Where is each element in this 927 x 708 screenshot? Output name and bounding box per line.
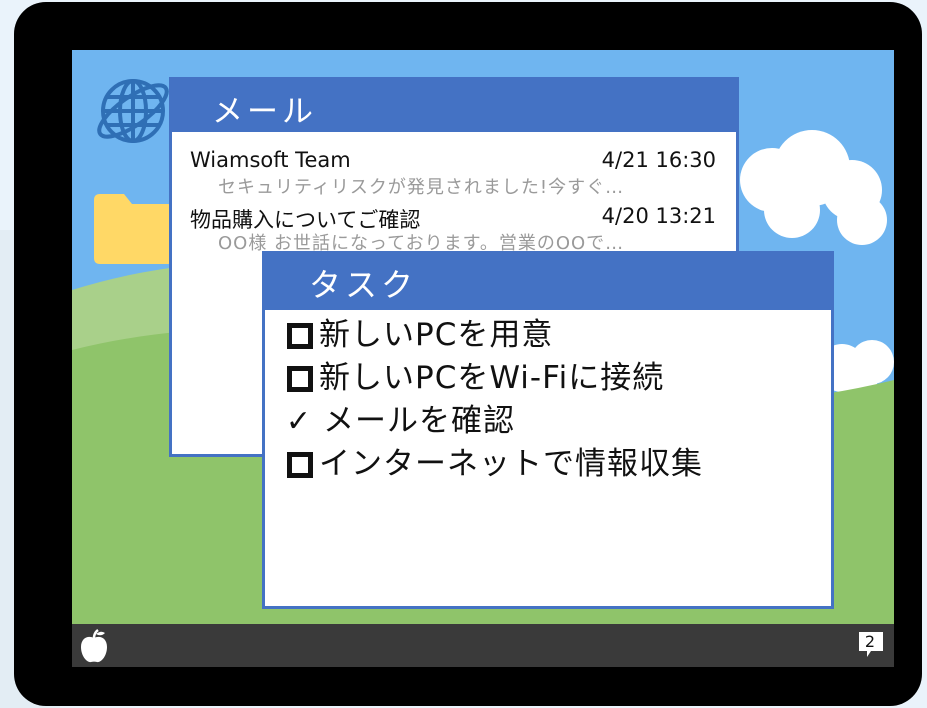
- globe-icon[interactable]: [92, 70, 174, 152]
- mail-sender: Wiamsoft Team: [190, 148, 351, 172]
- task-item[interactable]: インターネットで情報収集: [285, 443, 831, 486]
- notification-icon[interactable]: 2: [858, 631, 886, 659]
- taskbar: 2: [72, 624, 894, 667]
- apple-icon[interactable]: [80, 629, 108, 663]
- checkbox-unchecked[interactable]: [287, 322, 313, 349]
- mail-item[interactable]: Wiamsoft Team 4/21 16:30 セキュリティリスクが発見されま…: [172, 146, 736, 202]
- mail-date: 4/21 16:30: [601, 148, 716, 172]
- folder-icon[interactable]: [94, 194, 174, 264]
- task-item[interactable]: 新しいPCをWi-Fiに接続: [285, 357, 831, 400]
- mail-window-title: メール: [172, 80, 736, 132]
- task-window[interactable]: タスク 新しいPCを用意 新しいPCをWi-Fiに接続 ✓ メールを確認 インタ…: [262, 251, 834, 609]
- task-list: 新しいPCを用意 新しいPCをWi-Fiに接続 ✓ メールを確認 インターネット…: [265, 310, 831, 486]
- task-label: インターネットで情報収集: [319, 446, 703, 482]
- mail-date: 4/20 13:21: [601, 204, 716, 228]
- task-label: 新しいPCをWi-Fiに接続: [319, 360, 665, 396]
- mail-item[interactable]: 物品購入についてご確認 4/20 13:21 OO様 お世話になっております。営…: [172, 202, 736, 258]
- checkbox-unchecked[interactable]: [287, 365, 313, 392]
- task-window-title: タスク: [265, 254, 831, 310]
- task-item[interactable]: ✓ メールを確認: [285, 400, 831, 443]
- task-label: メールを確認: [323, 403, 515, 439]
- checkbox-unchecked[interactable]: [287, 451, 313, 478]
- mail-sender: 物品購入についてご確認: [190, 208, 421, 232]
- monitor-bezel: メール Wiamsoft Team 4/21 16:30 セキュリティリスクが発…: [14, 2, 922, 706]
- task-item[interactable]: 新しいPCを用意: [285, 314, 831, 357]
- desktop-screen: メール Wiamsoft Team 4/21 16:30 セキュリティリスクが発…: [72, 50, 894, 667]
- check-icon[interactable]: ✓: [285, 400, 313, 443]
- task-label: 新しいPCを用意: [319, 317, 554, 353]
- mail-preview: セキュリティリスクが発見されました!今すぐ…: [218, 177, 625, 198]
- notification-count: 2: [864, 632, 876, 651]
